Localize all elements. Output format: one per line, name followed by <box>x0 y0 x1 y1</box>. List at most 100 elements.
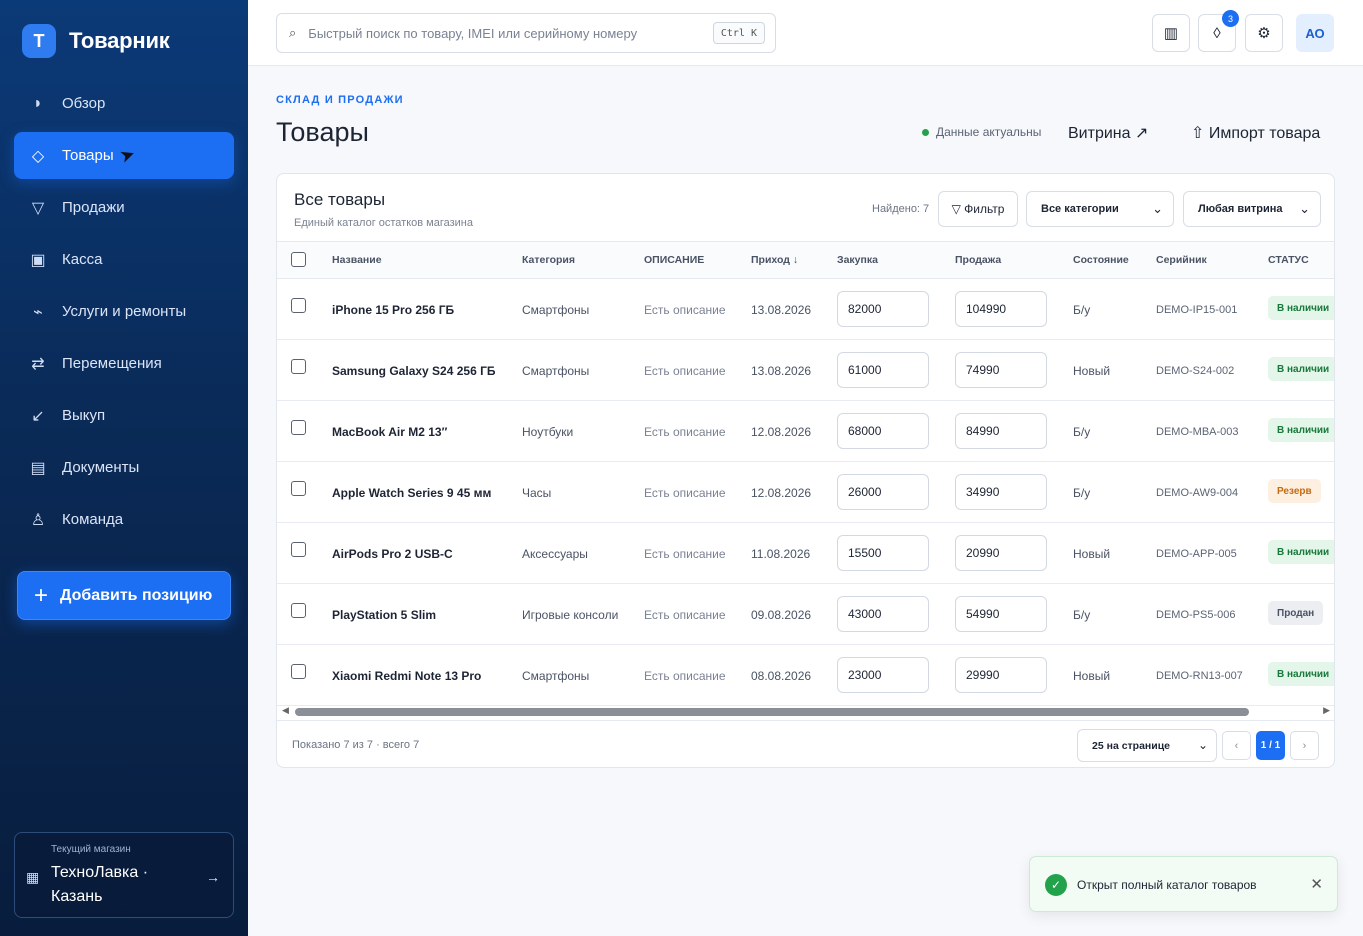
row-checkbox[interactable] <box>291 420 306 435</box>
row-checkbox[interactable] <box>291 603 306 618</box>
table-row[interactable]: iPhone 15 Pro 256 ГБ Смартфоны Есть описан… <box>277 279 1334 340</box>
product-description[interactable]: Есть описание <box>644 425 726 439</box>
product-arrival-date: 08.08.2026 <box>751 669 812 683</box>
brand[interactable]: T Товарник <box>22 24 170 58</box>
sale-price-input[interactable]: 74990 <box>955 352 1047 388</box>
col-purchase[interactable]: Закупка <box>837 254 878 266</box>
section-eyebrow: СКЛАД И ПРОДАЖИ <box>276 94 404 106</box>
purchase-price-input[interactable]: 26000 <box>837 474 929 510</box>
product-description[interactable]: Есть описание <box>644 669 726 683</box>
scroll-right-icon[interactable]: ▶ <box>1323 705 1330 716</box>
status-badge[interactable]: В наличии <box>1268 357 1334 381</box>
product-description[interactable]: Есть описание <box>644 303 726 317</box>
product-name[interactable]: MacBook Air M2 13″ <box>332 425 447 439</box>
sidebar-item[interactable]: ▤ Документы <box>14 444 234 491</box>
product-name[interactable]: AirPods Pro 2 USB-C <box>332 547 453 561</box>
table-row[interactable]: Apple Watch Series 9 45 мм Часы Есть описа… <box>277 462 1334 523</box>
sale-price-input[interactable]: 54990 <box>955 596 1047 632</box>
scroll-left-icon[interactable]: ◀ <box>282 705 289 716</box>
card-title: Все товары <box>294 190 386 209</box>
add-position-button[interactable]: + Добавить позицию <box>17 571 231 620</box>
sidebar-item[interactable]: ▣ Касса <box>14 236 234 283</box>
category-select[interactable]: Все категории ⌄ <box>1026 191 1174 227</box>
product-name[interactable]: Samsung Galaxy S24 256 ГБ <box>332 364 496 378</box>
table-row[interactable]: PlayStation 5 Slim Игровые консоли Есть оп… <box>277 584 1334 645</box>
add-position-label: Добавить позицию <box>60 586 213 604</box>
select-all-checkbox[interactable] <box>291 252 306 267</box>
status-badge[interactable]: Продан <box>1268 601 1324 625</box>
sidebar-item[interactable]: ♙ Команда <box>14 496 234 543</box>
table-row[interactable]: MacBook Air M2 13″ Ноутбуки Есть описание 1… <box>277 401 1334 462</box>
showcase-link[interactable]: Витрина ↗ <box>1068 123 1148 143</box>
brand-logo-icon: T <box>22 24 56 58</box>
col-category[interactable]: Категория <box>522 254 575 266</box>
sidebar-item[interactable]: ↙ Выкуп <box>14 392 234 439</box>
import-button[interactable]: ⇧ Импорт товара <box>1191 123 1320 143</box>
sale-price-input[interactable]: 84990 <box>955 413 1047 449</box>
col-status[interactable]: СТАТУС <box>1268 254 1309 266</box>
user-avatar[interactable]: АО <box>1296 14 1334 52</box>
scrollbar-thumb[interactable] <box>295 708 1249 716</box>
purchase-price-input[interactable]: 68000 <box>837 413 929 449</box>
purchase-price-input[interactable]: 23000 <box>837 657 929 693</box>
product-name[interactable]: iPhone 15 Pro 256 ГБ <box>332 303 454 317</box>
status-badge[interactable]: В наличии <box>1268 662 1334 686</box>
horizontal-scrollbar[interactable]: ◀ ▶ <box>277 704 1334 720</box>
table-row[interactable]: AirPods Pro 2 USB-C Аксессуары Есть описан… <box>277 523 1334 584</box>
row-checkbox[interactable] <box>291 481 306 496</box>
row-checkbox[interactable] <box>291 298 306 313</box>
row-checkbox[interactable] <box>291 664 306 679</box>
status-badge[interactable]: В наличии <box>1268 296 1334 320</box>
purchase-price-input[interactable]: 82000 <box>837 291 929 327</box>
col-description[interactable]: ОПИСАНИЕ <box>644 254 704 266</box>
purchase-price-input[interactable]: 15500 <box>837 535 929 571</box>
sidebar-item[interactable]: ◇ Товары ➤ <box>14 132 234 179</box>
sidebar-item[interactable]: ⇄ Перемещения <box>14 340 234 387</box>
product-name[interactable]: PlayStation 5 Slim <box>332 608 436 622</box>
col-serial[interactable]: Серийник <box>1156 254 1207 266</box>
col-sale[interactable]: Продажа <box>955 254 1001 266</box>
search-input[interactable] <box>308 25 699 41</box>
toast-message: Открыт полный каталог товаров <box>1077 878 1257 892</box>
status-badge[interactable]: Резерв <box>1268 479 1321 503</box>
status-badge[interactable]: В наличии <box>1268 540 1334 564</box>
purchase-price-input[interactable]: 61000 <box>837 352 929 388</box>
search-box[interactable]: ⌕ Ctrl K <box>276 13 776 53</box>
notifications-badge: 3 <box>1222 10 1239 27</box>
prev-page-button[interactable]: ‹ <box>1222 731 1251 760</box>
table-row[interactable]: Xiaomi Redmi Note 13 Pro Смартфоны Есть оп… <box>277 645 1334 706</box>
table-row[interactable]: Samsung Galaxy S24 256 ГБ Смартфоны Есть о… <box>277 340 1334 401</box>
sale-price-input[interactable]: 34990 <box>955 474 1047 510</box>
purchase-price-input[interactable]: 43000 <box>837 596 929 632</box>
sale-price-input[interactable]: 20990 <box>955 535 1047 571</box>
col-arrival[interactable]: Приход ↓ <box>751 254 798 266</box>
next-page-button[interactable]: › <box>1290 731 1319 760</box>
filter-button[interactable]: ▽ Фильтр <box>938 191 1018 227</box>
product-description[interactable]: Есть описание <box>644 608 726 622</box>
col-name[interactable]: Название <box>332 254 382 266</box>
product-description[interactable]: Есть описание <box>644 547 726 561</box>
current-page-button[interactable]: 1 / 1 <box>1256 731 1285 760</box>
arrow-right-icon[interactable]: → <box>206 869 220 885</box>
current-store-card[interactable]: ▦ Текущий магазин ТехноЛавка · Казань → <box>14 832 234 918</box>
sidebar-item[interactable]: ▽ Продажи <box>14 184 234 231</box>
showcase-select[interactable]: Любая витрина ⌄ <box>1183 191 1321 227</box>
product-name[interactable]: Xiaomi Redmi Note 13 Pro <box>332 669 481 683</box>
product-description[interactable]: Есть описание <box>644 364 726 378</box>
col-condition[interactable]: Состояние <box>1073 254 1129 266</box>
product-name[interactable]: Apple Watch Series 9 45 мм <box>332 486 491 500</box>
per-page-select[interactable]: 25 на странице ⌄ <box>1077 729 1217 762</box>
row-checkbox[interactable] <box>291 542 306 557</box>
columns-button[interactable]: ▥ <box>1152 14 1190 52</box>
close-icon[interactable]: ✕ <box>1310 875 1323 893</box>
settings-button[interactable]: ⚙ <box>1245 14 1283 52</box>
row-checkbox[interactable] <box>291 359 306 374</box>
sidebar-item[interactable]: ⌁ Услуги и ремонты <box>14 288 234 335</box>
product-description[interactable]: Есть описание <box>644 486 726 500</box>
products-card: Все товары Единый каталог остатков магаз… <box>276 173 1335 768</box>
sidebar-item[interactable]: ◗ Обзор <box>14 80 234 127</box>
status-badge[interactable]: В наличии <box>1268 418 1334 442</box>
sale-price-input[interactable]: 29990 <box>955 657 1047 693</box>
notifications-button[interactable]: ◊ 3 <box>1198 10 1239 52</box>
sale-price-input[interactable]: 104990 <box>955 291 1047 327</box>
